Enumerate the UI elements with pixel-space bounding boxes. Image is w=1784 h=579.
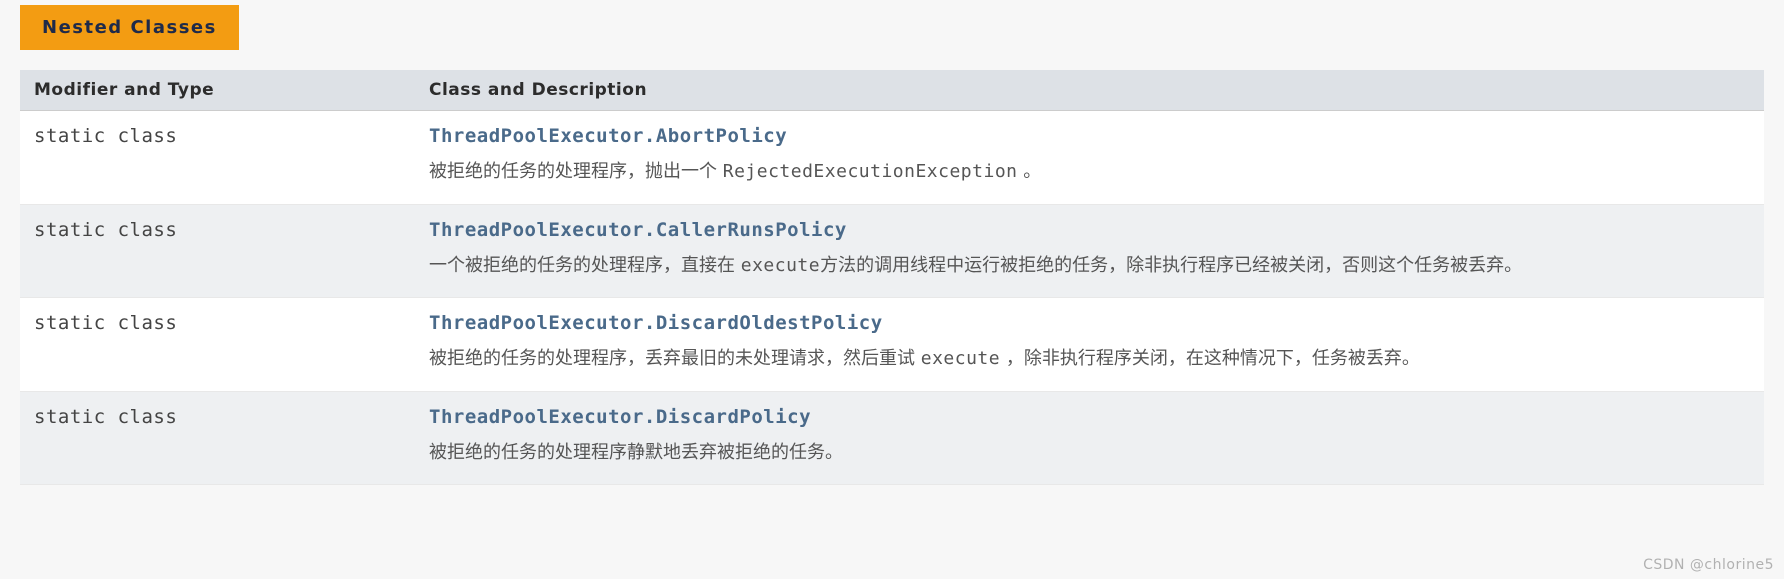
class-description-cell: ThreadPoolExecutor.DiscardPolicy 被拒绝的任务的…: [415, 392, 1764, 485]
desc-text: 。: [1018, 161, 1042, 182]
desc-text: 被拒绝的任务的处理程序静默地丢弃被拒绝的任务。: [429, 442, 843, 463]
table-row: static class ThreadPoolExecutor.DiscardO…: [20, 298, 1764, 392]
desc-text: 被拒绝的任务的处理程序，丢弃最旧的未处理请求，然后重试: [429, 348, 921, 369]
class-link-discard-oldest-policy[interactable]: ThreadPoolExecutor.DiscardOldestPolicy: [429, 312, 883, 334]
modifier-cell: static class: [20, 111, 415, 204]
class-description: 被拒绝的任务的处理程序，抛出一个 RejectedExecutionExcept…: [429, 157, 1750, 188]
desc-text: 方法的调用线程中运行被拒绝的任务，除非执行程序已经被关闭，否则这个任务被丢弃。: [820, 255, 1522, 276]
class-link-caller-runs-policy[interactable]: ThreadPoolExecutor.CallerRunsPolicy: [429, 219, 847, 241]
class-description-cell: ThreadPoolExecutor.DiscardOldestPolicy 被…: [415, 298, 1764, 391]
desc-text: ，除非执行程序关闭，在这种情况下，任务被丢弃。: [1000, 348, 1420, 369]
header-modifier-type: Modifier and Type: [20, 70, 415, 110]
class-description-cell: ThreadPoolExecutor.CallerRunsPolicy 一个被拒…: [415, 205, 1764, 298]
class-description: 被拒绝的任务的处理程序，丢弃最旧的未处理请求，然后重试 execute ，除非执…: [429, 344, 1750, 375]
modifier-cell: static class: [20, 392, 415, 485]
desc-code: RejectedExecutionException: [723, 161, 1018, 182]
section-header: Nested Classes: [20, 5, 239, 50]
header-class-description: Class and Description: [415, 70, 1764, 110]
class-link-discard-policy[interactable]: ThreadPoolExecutor.DiscardPolicy: [429, 406, 811, 428]
table-row: static class ThreadPoolExecutor.AbortPol…: [20, 111, 1764, 205]
modifier-cell: static class: [20, 205, 415, 298]
class-link-abort-policy[interactable]: ThreadPoolExecutor.AbortPolicy: [429, 125, 787, 147]
desc-text: 一个被拒绝的任务的处理程序，直接在: [429, 255, 741, 276]
desc-code: execute: [921, 348, 1000, 369]
table-header-row: Modifier and Type Class and Description: [20, 70, 1764, 111]
class-description: 被拒绝的任务的处理程序静默地丢弃被拒绝的任务。: [429, 438, 1750, 469]
watermark: CSDN @chlorine5: [1643, 557, 1774, 573]
desc-code: execute: [741, 255, 820, 276]
desc-text: 被拒绝的任务的处理程序，抛出一个: [429, 161, 723, 182]
table-row: static class ThreadPoolExecutor.DiscardP…: [20, 392, 1764, 486]
class-description-cell: ThreadPoolExecutor.AbortPolicy 被拒绝的任务的处理…: [415, 111, 1764, 204]
class-description: 一个被拒绝的任务的处理程序，直接在 execute方法的调用线程中运行被拒绝的任…: [429, 251, 1750, 282]
modifier-cell: static class: [20, 298, 415, 391]
table-row: static class ThreadPoolExecutor.CallerRu…: [20, 205, 1764, 299]
nested-classes-table: Modifier and Type Class and Description …: [20, 70, 1764, 485]
